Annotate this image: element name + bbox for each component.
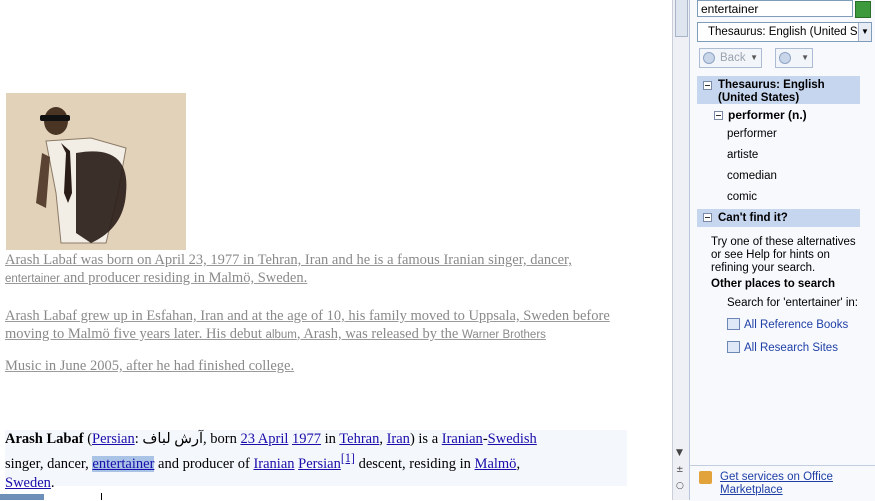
pane-footer: Get services on Office Marketplace bbox=[690, 465, 875, 501]
research-task-pane: entertainer Thesaurus: English (United S… bbox=[689, 0, 875, 501]
link-persian[interactable]: Persian bbox=[92, 431, 135, 447]
pasted-wiki-paragraph: Arash Labaf (Persian: آرش لباف, born 23 … bbox=[5, 430, 627, 491]
reference-link[interactable]: [1] bbox=[341, 451, 355, 465]
forward-arrow-icon bbox=[779, 52, 791, 64]
chevron-down-icon[interactable]: ▼ bbox=[750, 49, 758, 67]
link-swedish[interactable]: Swedish bbox=[488, 431, 537, 447]
text-cursor bbox=[101, 493, 102, 500]
back-button[interactable]: Back ▼ bbox=[699, 48, 762, 68]
link-all-reference-books[interactable]: All Reference Books bbox=[727, 318, 848, 331]
link-persian-2[interactable]: Persian bbox=[298, 456, 341, 472]
link-iranian-2[interactable]: Iranian bbox=[253, 456, 294, 472]
reference-dropdown[interactable]: Thesaurus: English (United States) ▼ bbox=[697, 22, 872, 42]
back-arrow-icon bbox=[703, 52, 715, 64]
chevron-down-icon[interactable]: ▼ bbox=[858, 23, 871, 41]
image-fragment bbox=[0, 494, 44, 500]
link-all-research-sites[interactable]: All Research Sites bbox=[727, 341, 838, 354]
synonym-item[interactable]: comic bbox=[727, 191, 757, 203]
link-tehran[interactable]: Tehran bbox=[339, 431, 379, 447]
navigation-bar: Back ▼ ▼ bbox=[697, 47, 875, 71]
synonym-item[interactable]: comedian bbox=[727, 170, 777, 182]
select-browse-object-icon[interactable]: ○ bbox=[676, 481, 684, 491]
section-thesaurus[interactable]: Thesaurus: English (United States) bbox=[697, 76, 860, 104]
document-area[interactable]: Arash Labaf was born on April 23, 1977 i… bbox=[0, 0, 672, 500]
reference-book-icon bbox=[727, 318, 740, 330]
sense-heading[interactable]: performer (n.) bbox=[728, 108, 807, 122]
collapse-icon[interactable] bbox=[714, 111, 723, 120]
paragraph-3: Music in June 2005, after he had finishe… bbox=[5, 358, 295, 374]
office-marketplace-icon bbox=[699, 471, 712, 484]
document-scrollbar[interactable]: ▼ ± ○ bbox=[672, 0, 689, 500]
other-places-heading: Other places to search bbox=[711, 278, 835, 290]
forward-button[interactable]: ▼ bbox=[775, 48, 813, 68]
reference-book-icon bbox=[727, 341, 740, 353]
scrollbar-thumb[interactable] bbox=[675, 0, 688, 37]
link-sweden[interactable]: Sweden bbox=[5, 475, 51, 491]
link-iran[interactable]: Iran bbox=[387, 431, 410, 447]
search-input[interactable]: entertainer bbox=[697, 0, 853, 17]
link-malmo[interactable]: Malmö bbox=[475, 456, 517, 472]
paragraph-1: Arash Labaf was born on April 23, 1977 i… bbox=[5, 252, 572, 286]
section-cant-find[interactable]: Can't find it? bbox=[697, 209, 860, 227]
chevron-down-icon[interactable]: ▼ bbox=[801, 49, 809, 67]
collapse-icon[interactable] bbox=[703, 81, 712, 90]
search-for-label: Search for 'entertainer' in: bbox=[727, 297, 858, 309]
paragraph-2: Arash Labaf grew up in Esfahan, Iran and… bbox=[5, 308, 610, 342]
link-date[interactable]: 23 April bbox=[240, 431, 288, 447]
collapse-icon[interactable] bbox=[703, 213, 712, 222]
browse-up-icon[interactable]: ± bbox=[676, 465, 684, 475]
portrait-photo bbox=[6, 93, 186, 250]
link-year[interactable]: 1977 bbox=[292, 431, 321, 447]
scroll-down-icon[interactable]: ▼ bbox=[676, 448, 683, 458]
selected-word[interactable]: entertainer bbox=[92, 455, 155, 472]
synonym-item[interactable]: artiste bbox=[727, 149, 758, 161]
link-iranian[interactable]: Iranian bbox=[442, 431, 483, 447]
start-search-button[interactable] bbox=[855, 1, 871, 18]
hint-text: Try one of these alternatives or see Hel… bbox=[711, 236, 856, 274]
synonym-item[interactable]: performer bbox=[727, 128, 777, 140]
office-marketplace-link[interactable]: Get services on Office Marketplace bbox=[720, 471, 870, 497]
